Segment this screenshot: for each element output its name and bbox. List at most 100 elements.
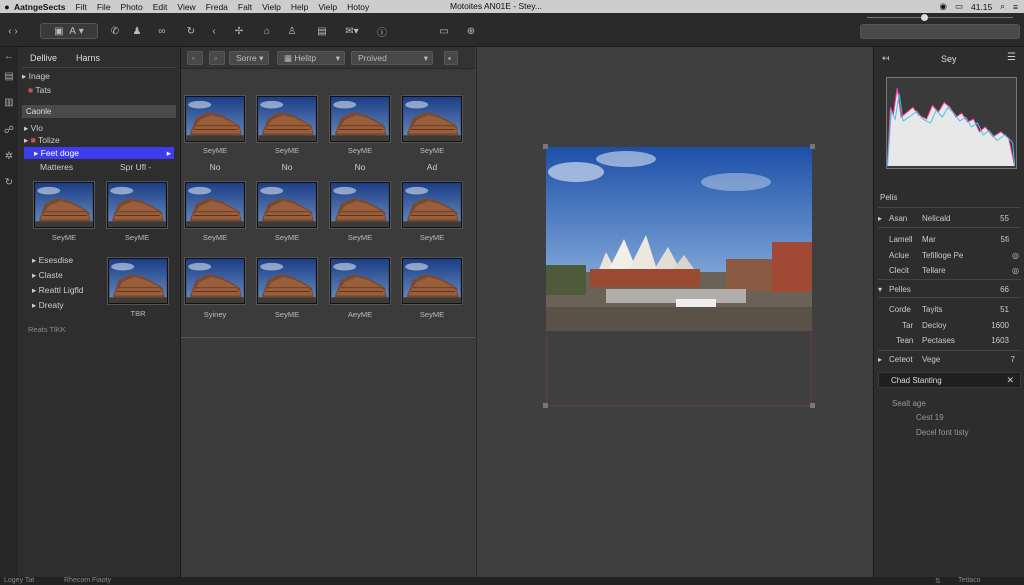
tree-item[interactable]: ▸ Esesdise	[32, 255, 73, 266]
wifi-icon[interactable]: ◉	[940, 1, 947, 12]
photo-thumbnail[interactable]	[257, 182, 317, 228]
menu-item[interactable]: File	[97, 2, 111, 12]
chevron-left-icon[interactable]: ‹	[207, 23, 221, 39]
feature-chip[interactable]: Chad Stanting ✕	[878, 372, 1021, 388]
menu-item[interactable]: Edit	[153, 2, 168, 12]
settings-icon[interactable]: ◎	[1012, 251, 1019, 260]
photo-thumbnail[interactable]	[257, 96, 317, 142]
photo-thumbnail[interactable]	[402, 182, 462, 228]
sort-dropdown[interactable]: Sorre ▾	[229, 51, 269, 65]
menu-item[interactable]: Hotoy	[347, 2, 369, 12]
photo-thumbnail[interactable]	[185, 258, 245, 304]
rotate-icon[interactable]: ↻	[183, 23, 199, 39]
mail-icon[interactable]: ✉▾	[343, 23, 361, 39]
menu-item[interactable]: Vielp	[318, 2, 337, 12]
section-header[interactable]: Caonle	[22, 105, 176, 118]
property-row[interactable]: ▸ Ceteot Vege 7	[874, 353, 1024, 367]
zoom-slider[interactable]	[860, 14, 1020, 39]
photo-thumbnail[interactable]	[185, 182, 245, 228]
main-photo[interactable]	[546, 147, 812, 331]
user-icon[interactable]: ♙	[285, 23, 299, 39]
menu-item[interactable]: View	[177, 2, 195, 12]
layers-icon[interactable]: ▤	[2, 71, 16, 82]
battery-icon[interactable]: ▭	[955, 1, 963, 12]
zoom-label: A	[69, 25, 76, 37]
property-row[interactable]: Clecit Tellare ◎	[874, 264, 1024, 278]
menu-item[interactable]: Filt	[76, 2, 87, 12]
clock[interactable]: 41.15	[971, 2, 992, 12]
property-row[interactable]: Corde Tayits 51	[874, 303, 1024, 317]
photo-thumbnail[interactable]	[185, 96, 245, 142]
tree-item[interactable]: ▸ Dreaty	[32, 300, 64, 311]
list-icon[interactable]: ☰	[1007, 52, 1016, 63]
filter-icon[interactable]: ▫	[209, 51, 225, 65]
app-menu[interactable]: AatngeSects	[14, 2, 66, 12]
menu-item[interactable]: Falt	[238, 2, 252, 12]
preview-dropdown[interactable]: Proived ▾	[351, 51, 433, 65]
photo-thumbnail[interactable]	[402, 258, 462, 304]
share-icon[interactable]: ☍	[2, 125, 16, 136]
help-dropdown[interactable]: ▦ Helitp ▾	[277, 51, 345, 65]
tree-item-vlo[interactable]: ▸ Vlo	[24, 123, 43, 134]
add-icon[interactable]: ⊕	[464, 23, 478, 39]
property-row[interactable]: ▾ Pelles 66	[874, 283, 1024, 297]
expand-arrow-icon: ▸	[878, 355, 883, 364]
photo-thumbnail[interactable]	[107, 182, 167, 228]
panel-icon[interactable]: ▥	[2, 97, 16, 108]
crop-handle[interactable]	[543, 403, 548, 408]
photo-thumbnail[interactable]	[257, 258, 317, 304]
refresh-icon[interactable]: ↻	[2, 177, 16, 188]
photo-thumbnail[interactable]	[108, 258, 168, 304]
crop-area[interactable]	[546, 331, 812, 406]
back-arrow-icon[interactable]: ←	[2, 51, 16, 62]
crop-handle[interactable]	[543, 144, 548, 149]
photo-thumbnail[interactable]	[330, 182, 390, 228]
property-row[interactable]: Aclue Tefilloge Pe ◎	[874, 249, 1024, 263]
property-row[interactable]: Lamell Mar 5fi	[874, 233, 1024, 247]
tag-icon[interactable]: ⌂	[260, 23, 274, 39]
settings-icon[interactable]: ◎	[1012, 266, 1019, 275]
tree-item-selected[interactable]: ▸ Feet doge ▸	[24, 147, 174, 159]
crop-icon[interactable]: ▭	[437, 23, 451, 39]
gear-icon[interactable]: ✲	[2, 151, 16, 162]
control-center-icon[interactable]: ≡	[1013, 2, 1018, 12]
crop-handle[interactable]	[810, 144, 815, 149]
collapse-icon[interactable]: ↤	[882, 53, 890, 64]
phone-icon[interactable]: ✆	[108, 23, 122, 39]
photo-thumbnail[interactable]	[330, 96, 390, 142]
opera-house-image	[109, 259, 167, 303]
apple-icon[interactable]: ●	[0, 2, 14, 12]
sync-icon[interactable]: ⇅	[935, 577, 941, 585]
tab-harns[interactable]: Harns	[76, 53, 100, 63]
tree-item-image[interactable]: ▸ Inage	[22, 71, 50, 82]
view-mode-control[interactable]: ▣ A ▾	[40, 23, 98, 39]
info-icon[interactable]: ⓘ	[375, 23, 389, 39]
back-forward-icon[interactable]: ‹ ›	[2, 23, 24, 39]
photo-thumbnail[interactable]	[34, 182, 94, 228]
crop-handle[interactable]	[810, 403, 815, 408]
close-icon[interactable]: ✕	[1006, 375, 1014, 386]
photo-thumbnail[interactable]	[402, 96, 462, 142]
tree-item[interactable]: ▸ Reattl Ligfld	[32, 285, 84, 296]
tree-item-tolize[interactable]: ▸ ■ Tolize	[24, 135, 60, 146]
tab-deliver[interactable]: Dellive	[30, 53, 57, 63]
trash-icon[interactable]: ▪	[444, 51, 458, 65]
photo-thumbnail[interactable]	[330, 258, 390, 304]
loop-icon[interactable]: ∞	[155, 23, 169, 39]
compass-icon[interactable]: ✢	[232, 23, 246, 39]
person-icon[interactable]: ♟	[130, 23, 144, 39]
slider-knob[interactable]	[921, 14, 928, 21]
menu-item[interactable]: Freda	[206, 2, 228, 12]
tree-item[interactable]: ▸ Claste	[32, 270, 63, 281]
menu-item[interactable]: Photo	[121, 2, 143, 12]
image-viewer[interactable]	[476, 47, 872, 577]
menu-item[interactable]: Vielp	[262, 2, 281, 12]
property-row[interactable]: ▸ Asan Nelicald 55	[874, 212, 1024, 226]
grid-view-icon[interactable]: ▫	[187, 51, 203, 65]
tree-item-tats[interactable]: ■ Tats	[28, 85, 51, 95]
document-icon[interactable]: ▤	[315, 23, 329, 39]
property-row[interactable]: Tean Pectases 1603	[874, 334, 1024, 348]
search-icon[interactable]: ⌕	[1000, 1, 1005, 12]
menu-item[interactable]: Help	[291, 2, 308, 12]
property-row[interactable]: Tar Decloy 1600	[874, 319, 1024, 333]
